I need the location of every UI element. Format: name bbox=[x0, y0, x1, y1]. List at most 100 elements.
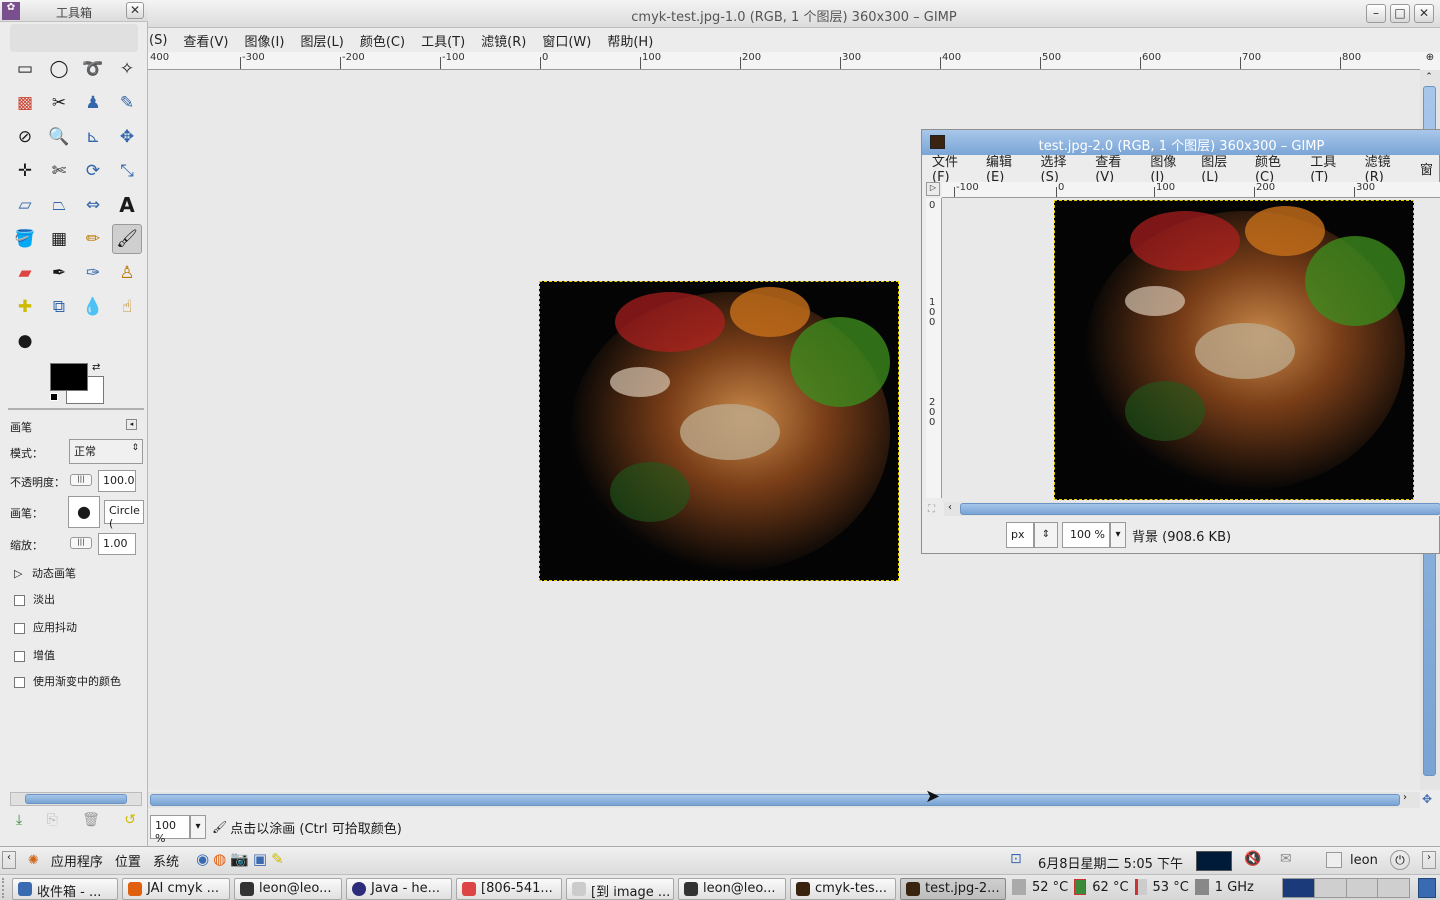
menu-windows[interactable]: 窗 bbox=[1412, 159, 1440, 178]
default-colors-icon[interactable] bbox=[50, 393, 58, 401]
taskbar-handle[interactable] bbox=[2, 878, 10, 898]
win2-scroll-thumb[interactable] bbox=[960, 503, 1440, 515]
menu-filters[interactable]: 滤镜(R) bbox=[473, 31, 534, 50]
power-icon[interactable]: ⏻ bbox=[1390, 850, 1410, 870]
menu-view[interactable]: 查看(V) bbox=[175, 31, 236, 50]
blur-icon[interactable]: 💧 bbox=[78, 292, 108, 322]
scale-input[interactable]: 1.00 bbox=[98, 533, 136, 555]
menu-windows[interactable]: 窗口(W) bbox=[534, 31, 599, 50]
opacity-slider[interactable]: ||| bbox=[70, 474, 92, 486]
workspace-2[interactable] bbox=[1313, 879, 1346, 897]
menu-edit[interactable]: 编辑(E) bbox=[978, 151, 1033, 185]
move-navigate-icon[interactable]: ✥ bbox=[1422, 792, 1438, 808]
screenshot-icon[interactable]: 📷 bbox=[230, 850, 249, 868]
win2-vertical-ruler[interactable]: 0 1 0 0 2 0 0 bbox=[926, 198, 942, 498]
options-menu-icon[interactable]: ◂ bbox=[126, 419, 137, 430]
move-icon[interactable]: ✥ bbox=[112, 122, 142, 152]
menu-tools[interactable]: 工具(T) bbox=[1302, 151, 1356, 185]
zoom-input[interactable]: 100 % bbox=[150, 815, 190, 845]
align-icon[interactable]: ✛ bbox=[10, 156, 40, 186]
menu-select[interactable]: (S) bbox=[148, 33, 175, 48]
thunderbird-icon[interactable]: ◉ bbox=[196, 850, 209, 868]
measure-icon[interactable]: ⊾ bbox=[78, 122, 108, 152]
dynamics-expander[interactable]: ▷ 动态画笔 bbox=[14, 565, 76, 581]
close-button[interactable]: ✕ bbox=[1414, 4, 1434, 23]
scissors-icon[interactable]: ✂ bbox=[44, 88, 74, 118]
menu-applications[interactable]: 应用程序 bbox=[51, 851, 103, 870]
jitter-checkbox[interactable]: 应用抖动 bbox=[14, 619, 77, 635]
panel-scroll-right-icon[interactable]: › bbox=[1422, 851, 1436, 869]
menu-system[interactable]: 系统 bbox=[153, 851, 179, 870]
delete-options-icon[interactable]: 🗑 bbox=[82, 812, 100, 828]
horizontal-scroll-thumb[interactable] bbox=[150, 794, 1400, 806]
horizontal-scrollbar[interactable]: › bbox=[148, 792, 1420, 808]
ink-icon[interactable]: ✑ bbox=[78, 258, 108, 288]
gradient-color-checkbox[interactable]: 使用渐变中的颜色 bbox=[14, 673, 121, 689]
task-firefox[interactable]: JAI cmyk ... bbox=[122, 878, 230, 900]
menu-places[interactable]: 位置 bbox=[115, 851, 141, 870]
text-icon[interactable]: A bbox=[112, 190, 142, 220]
task-mail[interactable]: 收件箱 - ... bbox=[12, 878, 118, 900]
menu-colors[interactable]: 颜色(C) bbox=[352, 31, 413, 50]
workspace-4[interactable] bbox=[1377, 879, 1409, 897]
task-terminal-1[interactable]: leon@leo... bbox=[234, 878, 342, 900]
task-gimp-cmyk[interactable]: cmyk-tes... bbox=[790, 878, 896, 900]
perspective-clone-icon[interactable]: ⧉ bbox=[44, 292, 74, 322]
paintbrush-icon[interactable]: 🖌 bbox=[112, 224, 142, 254]
menu-file[interactable]: 文件(F) bbox=[924, 151, 978, 185]
scale-icon[interactable]: ⤡ bbox=[112, 156, 142, 186]
brush-preview-icon[interactable]: ● bbox=[68, 496, 100, 528]
incremental-checkbox[interactable]: 增值 bbox=[14, 647, 55, 663]
foreground-color-swatch-top[interactable] bbox=[50, 363, 88, 391]
win2-zoom-input[interactable]: 100 % bbox=[1062, 522, 1110, 548]
swap-colors-icon[interactable]: ⇄ bbox=[92, 362, 100, 373]
dodge-burn-icon[interactable]: ● bbox=[10, 326, 40, 356]
heal-icon[interactable]: ✚ bbox=[10, 292, 40, 322]
color-select-icon[interactable]: ▩ bbox=[10, 88, 40, 118]
eraser-icon[interactable]: ▰ bbox=[10, 258, 40, 288]
task-terminal-2[interactable]: leon@leo... bbox=[678, 878, 786, 900]
rotate-icon[interactable]: ⟳ bbox=[78, 156, 108, 186]
reset-options-icon[interactable]: ↺ bbox=[124, 812, 136, 828]
mail-icon[interactable]: ✉ bbox=[1280, 851, 1292, 867]
bucket-fill-icon[interactable]: 🪣 bbox=[10, 224, 40, 254]
clone-icon[interactable]: ♙ bbox=[112, 258, 142, 288]
perspective-icon[interactable]: ⏢ bbox=[44, 190, 74, 220]
restore-options-icon[interactable]: ⎘ bbox=[47, 812, 58, 828]
airbrush-icon[interactable]: ✒ bbox=[44, 258, 74, 288]
toolbox-scrollbar[interactable] bbox=[10, 792, 142, 806]
scroll-left-icon[interactable]: ‹ bbox=[948, 502, 952, 513]
menu-colors[interactable]: 颜色(C) bbox=[1247, 151, 1302, 185]
win2-canvas-area[interactable] bbox=[942, 198, 1440, 502]
task-eclipse[interactable]: Java - he... bbox=[346, 878, 452, 900]
menu-tools[interactable]: 工具(T) bbox=[413, 31, 473, 50]
wilber-drop-area[interactable] bbox=[10, 24, 138, 52]
menu-image[interactable]: 图像(I) bbox=[1142, 151, 1193, 185]
task-pdf[interactable]: [806-541... bbox=[456, 878, 562, 900]
canvas-image[interactable] bbox=[539, 281, 899, 581]
workspace-1[interactable] bbox=[1283, 879, 1314, 897]
toolbox-close-button[interactable]: ✕ bbox=[126, 2, 144, 19]
menu-layer[interactable]: 图层(L) bbox=[1193, 151, 1247, 185]
system-monitor-graph[interactable] bbox=[1196, 851, 1232, 871]
brush-name[interactable]: Circle ( bbox=[104, 500, 144, 530]
firefox-icon[interactable]: ◍ bbox=[213, 850, 226, 868]
volume-icon[interactable]: 🔇 bbox=[1244, 851, 1261, 867]
crop-icon[interactable]: ✄ bbox=[44, 156, 74, 186]
zoom-fit-icon[interactable]: ⛶ bbox=[928, 504, 935, 515]
menu-view[interactable]: 查看(V) bbox=[1087, 151, 1142, 185]
lasso-icon[interactable]: ➰ bbox=[78, 54, 108, 84]
network-icon[interactable]: ⊡ bbox=[1010, 851, 1022, 867]
workspace-3[interactable] bbox=[1345, 879, 1378, 897]
screen-capture-icon[interactable]: ▣ bbox=[253, 850, 267, 868]
cpu-frequency[interactable]: 1 GHz bbox=[1215, 880, 1254, 895]
scroll-right-icon[interactable]: › bbox=[1403, 792, 1417, 808]
toolbox-scroll-thumb[interactable] bbox=[25, 794, 127, 804]
mode-select[interactable]: 正常 ⇕ bbox=[69, 439, 143, 464]
smudge-icon[interactable]: ☝ bbox=[112, 292, 142, 322]
win2-canvas-image[interactable] bbox=[1054, 200, 1414, 500]
workspace-switcher[interactable] bbox=[1282, 878, 1410, 898]
menu-image[interactable]: 图像(I) bbox=[236, 31, 292, 50]
pencil-icon[interactable]: ✏ bbox=[78, 224, 108, 254]
disk-temp[interactable]: 53 °C bbox=[1153, 880, 1189, 895]
